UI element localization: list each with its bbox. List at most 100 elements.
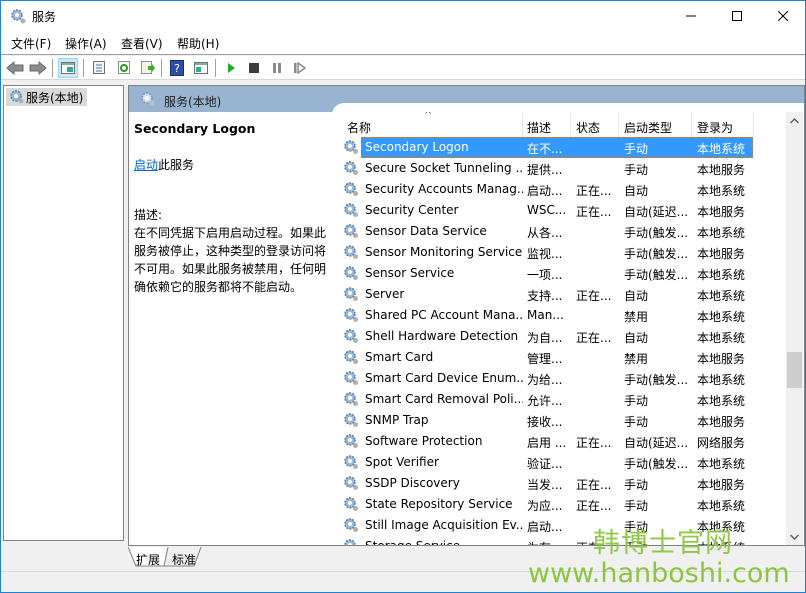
cell-description: 启动... — [527, 520, 563, 534]
tab-standard[interactable]: 标准 — [172, 547, 196, 569]
cell-startup-type: 自动(延迟... — [624, 436, 689, 450]
services-gear-icon — [140, 91, 155, 109]
back-button[interactable] — [5, 58, 25, 78]
cell-log-on-as: 本地服务 — [697, 163, 746, 177]
cell-name: Software Protection — [365, 434, 483, 448]
show-action-pane-button[interactable] — [191, 58, 211, 78]
restart-service-button[interactable] — [290, 58, 310, 78]
service-row[interactable]: Shell Hardware Detection 为自... 正在... 自动 本地系统 — [338, 326, 753, 347]
maximize-button[interactable] — [714, 1, 760, 31]
service-gear-icon — [343, 517, 359, 536]
cell-name: Sensor Data Service — [365, 224, 487, 238]
service-row[interactable]: Sensor Monitoring Service 监视... 手动(触发... 本地… — [338, 242, 753, 263]
service-row[interactable]: Spot Verifier 验证... 手动(触发... 本地系统 — [338, 452, 753, 473]
cell-name: Storage Service — [365, 539, 523, 545]
cell-description: WSC... — [527, 203, 567, 217]
cell-startup-type: 手动 — [624, 499, 649, 513]
scroll-up-icon[interactable] — [789, 116, 800, 127]
vertical-scrollbar[interactable] — [786, 112, 803, 545]
service-row[interactable]: SNMP Trap 接收... 手动 本地服务 — [338, 410, 753, 431]
cell-name: Shell Hardware Detection — [365, 329, 519, 343]
stop-service-button[interactable] — [244, 58, 264, 78]
cell-startup-type: 手动 — [624, 394, 649, 408]
forward-button[interactable] — [28, 58, 48, 78]
refresh-button[interactable] — [114, 58, 134, 78]
column-header-status[interactable]: 状态 — [576, 119, 600, 137]
service-row[interactable]: Server 支持... 正在... 自动 本地系统 — [338, 284, 753, 305]
column-divider[interactable] — [618, 112, 619, 137]
service-row[interactable]: State Repository Service 为应... 正在... 手动 本地系统 — [338, 494, 753, 515]
scroll-down-icon[interactable] — [789, 532, 800, 543]
service-row[interactable]: Sensor Data Service 从各... 手动(触发... 本地系统 — [338, 221, 753, 242]
service-row[interactable]: Smart Card Device Enum... 为给... 手动(触发... 本地… — [338, 368, 753, 389]
service-row[interactable]: Smart Card 管理... 禁用 本地服务 — [338, 347, 753, 368]
scrollbar-thumb[interactable] — [787, 352, 802, 388]
tree-item-services-local[interactable]: 服务(本地) — [6, 88, 88, 106]
cell-status: 正在... — [576, 499, 612, 513]
column-divider[interactable] — [691, 112, 692, 137]
column-header-startup-type[interactable]: 启动类型 — [624, 119, 672, 137]
service-gear-icon — [343, 391, 359, 410]
menu-help[interactable]: 帮助(H) — [177, 35, 219, 52]
cell-description: 监视... — [527, 247, 563, 261]
cell-description: Man... — [527, 308, 564, 322]
menu-action[interactable]: 操作(A) — [65, 35, 107, 52]
cell-description: 为应... — [527, 499, 563, 513]
cell-log-on-as: 本地服务 — [697, 478, 746, 492]
service-row[interactable]: Software Protection 启用 ... 正在... 自动(延迟... 网络… — [338, 431, 753, 452]
service-gear-icon — [343, 139, 359, 158]
service-row[interactable]: Sensor Service 一项... 手动(触发... 本地系统 — [338, 263, 753, 284]
cell-startup-type: 手动 — [624, 163, 649, 177]
services-window: 服务 文件(F) 操作(A) 查看(V) 帮助(H) ? 服务(本地) 服务(本… — [0, 0, 806, 593]
help-button[interactable]: ? — [167, 58, 187, 78]
service-gear-icon — [343, 286, 359, 305]
service-row[interactable]: Secure Socket Tunneling ... 提供... 手动 本地服务 — [338, 158, 753, 179]
service-gear-icon — [343, 328, 359, 347]
pause-service-button[interactable] — [267, 58, 287, 78]
watermark-url: www.hanboshi.com — [528, 558, 790, 589]
minimize-icon — [686, 15, 696, 17]
cell-description: 提供... — [527, 163, 563, 177]
close-button[interactable] — [760, 1, 806, 31]
service-row[interactable]: SSDP Discovery 当发... 正在... 手动 本地服务 — [338, 473, 753, 494]
cell-name: Spot Verifier — [365, 455, 439, 469]
services-main-panel: 服务(本地) Secondary Logon 启动此服务 描述: 在不同凭据下启… — [128, 85, 805, 546]
stop-service-icon — [249, 63, 259, 73]
export-list-icon — [141, 61, 155, 74]
cell-description: 从各... — [527, 226, 563, 240]
cell-startup-type: 手动(触发... — [624, 268, 689, 282]
cell-log-on-as: 本地服务 — [697, 415, 746, 429]
tab-extended[interactable]: 扩展 — [136, 547, 160, 569]
column-header-log-on-as[interactable]: 登录为 — [697, 119, 733, 137]
service-row[interactable]: Smart Card Removal Poli... 允许... 手动 本地系统 — [338, 389, 753, 410]
cell-startup-type: 自动 — [624, 331, 649, 345]
column-header-description[interactable]: 描述 — [527, 119, 551, 137]
menu-view[interactable]: 查看(V) — [121, 35, 163, 52]
start-service-link[interactable]: 启动 — [134, 158, 158, 172]
service-gear-icon — [343, 244, 359, 263]
minimize-button[interactable] — [668, 1, 714, 31]
cell-status: 正在... — [576, 205, 612, 219]
service-row[interactable]: Security Accounts Manag... 启动... 正在... 自动 本地… — [338, 179, 753, 200]
cell-log-on-as: 本地系统 — [697, 268, 746, 282]
service-gear-icon — [343, 475, 359, 494]
export-list-button[interactable] — [138, 58, 158, 78]
column-divider[interactable] — [753, 112, 754, 137]
cell-startup-type: 禁用 — [624, 352, 649, 366]
cell-status: 正在... — [576, 289, 612, 303]
help-icon: ? — [170, 60, 184, 76]
service-row[interactable]: Security Center WSC... 正在... 自动(延迟... 本地服务 — [338, 200, 753, 221]
column-divider[interactable] — [570, 112, 571, 137]
column-header-name[interactable]: 名称 — [347, 119, 371, 137]
start-service-button[interactable] — [221, 58, 241, 78]
menu-file[interactable]: 文件(F) — [11, 35, 51, 52]
properties-button[interactable] — [89, 58, 109, 78]
column-divider[interactable] — [522, 112, 523, 137]
forward-arrow-icon — [29, 61, 47, 75]
service-row[interactable]: Secondary Logon 在不... 手动 本地系统 — [338, 137, 753, 158]
cell-log-on-as: 本地系统 — [697, 226, 746, 240]
selected-service-name: Secondary Logon — [134, 121, 256, 136]
show-hide-console-tree-button[interactable] — [58, 58, 78, 78]
service-row[interactable]: Shared PC Account Mana... Man... 禁用 本地系统 — [338, 305, 753, 326]
service-gear-icon — [343, 181, 359, 200]
